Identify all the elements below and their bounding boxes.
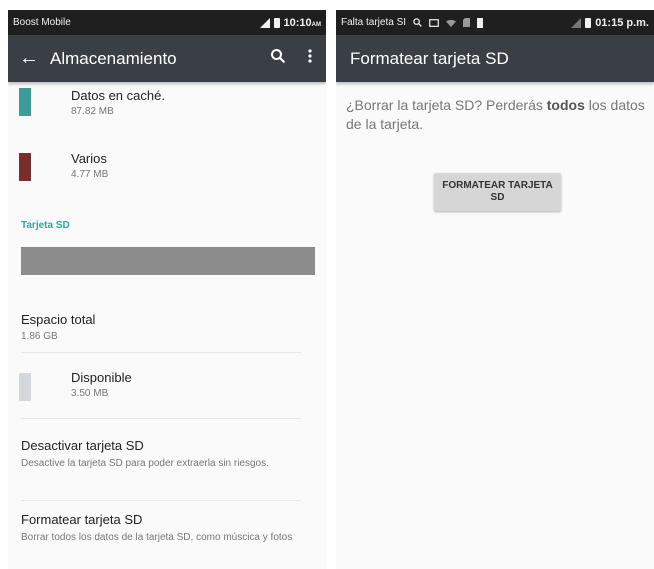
page-title: Almacenamiento (50, 48, 177, 68)
page-title: Formatear tarjeta SD (350, 48, 509, 68)
format-sd-screen: Falta tarjeta SI 01:15 p.m. Formatear ta… (336, 10, 654, 569)
divider (21, 418, 301, 419)
cached-data-size: 87.82 MB (71, 106, 114, 117)
battery-icon (273, 17, 280, 28)
battery-icon (585, 17, 592, 28)
screenshot-icon (429, 18, 439, 27)
status-bar: Boost Mobile 10:10AM (8, 10, 326, 35)
misc-size: 4.77 MB (71, 169, 109, 180)
misc-label: Varios (71, 151, 107, 166)
format-sd-button[interactable]: FORMATEAR TARJETA SD (434, 173, 561, 211)
misc-color-swatch (19, 153, 31, 181)
overflow-menu-icon[interactable] (294, 48, 326, 69)
sd-missing-notice: Falta tarjeta SI (341, 17, 407, 28)
status-bar: Falta tarjeta SI 01:15 p.m. (336, 10, 654, 35)
available-size: 3.50 MB (71, 388, 109, 399)
cached-data-label: Datos en caché. (71, 88, 165, 103)
signal-icon (259, 17, 270, 28)
app-bar: Formatear tarjeta SD (336, 35, 654, 82)
signal-icon (571, 17, 582, 28)
total-space-value: 1.86 GB (21, 331, 58, 342)
wifi-icon (446, 19, 457, 27)
cached-data-color-swatch (19, 88, 31, 116)
download-icon (477, 17, 484, 28)
list-item-cached-data[interactable]: Datos en caché. 87.82 MB (8, 82, 326, 142)
sd-card-icon (463, 18, 471, 27)
list-item-misc[interactable]: Varios 4.77 MB (8, 144, 326, 204)
divider (21, 500, 301, 501)
format-sd-subtitle: Borrar todos los datos de la tarjeta SD,… (21, 532, 293, 543)
format-sd-item[interactable]: Formatear tarjeta SD Borrar todos los da… (8, 507, 326, 567)
unmount-sd-title: Desactivar tarjeta SD (21, 438, 144, 453)
search-icon[interactable] (262, 48, 294, 69)
format-sd-title: Formatear tarjeta SD (21, 512, 143, 527)
format-warning-message: ¿Borrar la tarjeta SD? Perderás todos lo… (346, 97, 645, 132)
app-bar: ← Almacenamiento (8, 35, 326, 82)
status-time: 01:15 p.m. (595, 16, 649, 29)
available-color-swatch (19, 373, 31, 401)
back-arrow-icon[interactable]: ← (8, 35, 50, 82)
storage-screen: Boost Mobile 10:10AM ← Almacenamiento Da… (8, 10, 326, 569)
unmount-sd-item[interactable]: Desactivar tarjeta SD Desactive la tarje… (8, 430, 326, 490)
search-icon (413, 18, 422, 27)
unmount-sd-subtitle: Desactive la tarjeta SD para poder extra… (21, 458, 269, 469)
sd-section-header: Tarjeta SD (21, 220, 70, 231)
divider (21, 352, 301, 353)
total-space-label: Espacio total (21, 312, 96, 327)
carrier-name: Boost Mobile (13, 17, 71, 28)
sd-usage-bar (21, 247, 315, 275)
available-label: Disponible (71, 370, 132, 385)
list-item-available[interactable]: Disponible 3.50 MB (8, 364, 326, 414)
status-time: 10:10AM (283, 16, 321, 29)
